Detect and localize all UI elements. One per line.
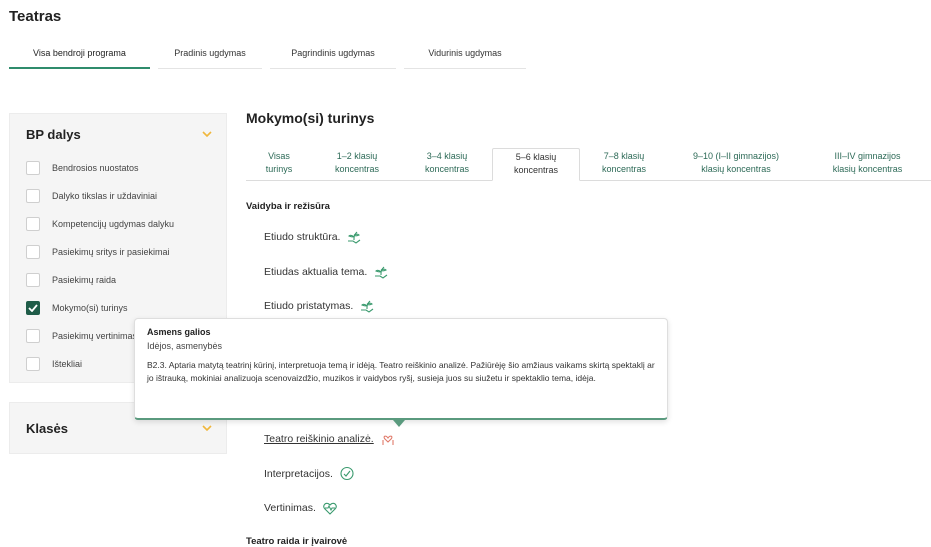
checkbox[interactable] — [26, 245, 40, 259]
bp-item-label: Mokymo(si) turinys — [52, 303, 128, 313]
tab-line2: koncentras — [424, 164, 470, 174]
tab-line2: turinys — [265, 164, 293, 174]
topic-etiudo-pristatymas[interactable]: Etiudo pristatymas. — [264, 298, 375, 314]
bp-item-label: Pasiekimų vertinimas — [52, 331, 138, 341]
tab-pagrindinis-ugdymas[interactable]: Pagrindinis ugdymas — [270, 48, 396, 69]
checkbox[interactable] — [26, 273, 40, 287]
tab-visa-bendroji-programa[interactable]: Visa bendroji programa — [9, 48, 150, 69]
tab-line1: Visas — [268, 151, 290, 161]
tab-line2: klasių koncentras — [701, 164, 771, 174]
chevron-down-icon[interactable] — [202, 131, 212, 137]
topic-label: Etiudo struktūra. — [264, 231, 341, 243]
bp-item-pasiekimu-raida[interactable]: Pasiekimų raida — [26, 266, 212, 294]
tab-line2: koncentras — [513, 165, 559, 175]
topic-label: Etiudo pristatymas. — [264, 300, 354, 312]
check-icon — [28, 304, 38, 312]
topic-interpretacijos[interactable]: Interpretacijos. — [264, 466, 355, 482]
tab-line1: 9–10 (I–II gimnazijos) — [692, 151, 780, 161]
checkbox[interactable] — [26, 357, 40, 371]
bp-item-kompetenciju-ugdymas[interactable]: Kompetencijų ugdymas dalyku — [26, 210, 212, 238]
tooltip-arrow — [393, 420, 405, 427]
seedling-hand-icon — [375, 266, 388, 279]
topic-label: Vertinimas. — [264, 502, 316, 514]
thinking-head-icon — [340, 466, 354, 481]
tooltip: Asmens galios Idėjos, asmenybės B2.3. Ap… — [134, 318, 668, 420]
tab-1-2-klasiu[interactable]: 1–2 klasių koncentras — [312, 148, 402, 180]
tab-line1: 7–8 klasių — [603, 151, 645, 161]
topic-vertinimas[interactable]: Vertinimas. — [264, 500, 338, 516]
checkbox[interactable] — [26, 161, 40, 175]
tab-line1: III–IV gimnazijos — [834, 151, 901, 161]
tab-visas-turinys[interactable]: Visas turinys — [246, 148, 312, 180]
chevron-down-icon[interactable] — [202, 425, 212, 431]
topic-label: Etiudas aktualia tema. — [264, 266, 368, 278]
checkbox[interactable] — [26, 189, 40, 203]
tab-7-8-klasiu[interactable]: 7–8 klasių koncentras — [580, 148, 668, 180]
bp-dalys-title: BP dalys — [26, 126, 81, 142]
bp-dalys-header[interactable]: BP dalys — [10, 114, 226, 154]
seedling-hand-icon — [361, 300, 374, 313]
tab-line2: klasių koncentras — [832, 164, 903, 174]
page-title: Teatras — [9, 8, 62, 25]
bp-item-label: Kompetencijų ugdymas dalyku — [52, 219, 175, 229]
tooltip-body: B2.3. Aptaria matytą teatrinį kūrinį, in… — [147, 360, 655, 383]
klases-title: Klasės — [26, 420, 68, 436]
tab-line2: koncentras — [601, 164, 647, 174]
tab-line1: 3–4 klasių — [426, 151, 468, 161]
tab-vidurinis-ugdymas[interactable]: Vidurinis ugdymas — [404, 48, 526, 69]
tab-iii-iv-gimnazijos[interactable]: III–IV gimnazijos klasių koncentras — [804, 148, 931, 180]
koncentras-tabs: Visas turinys 1–2 klasių koncentras 3–4 kl… — [246, 148, 931, 181]
section-vaidyba-ir-rezisura: Vaidyba ir režisūra — [246, 201, 330, 212]
topic-label: Interpretacijos. — [264, 468, 333, 480]
bp-item-pasiekimu-sritys[interactable]: Pasiekimų sritys ir pasiekimai — [26, 238, 212, 266]
section-teatro-raida: Teatro raida ir įvairovė — [246, 536, 348, 547]
topic-etiudas-aktualia-tema[interactable]: Etiudas aktualia tema. — [264, 264, 389, 280]
bp-item-dalyko-tikslas[interactable]: Dalyko tikslas ir uždaviniai — [26, 182, 212, 210]
heart-pulse-icon — [323, 502, 337, 515]
tab-line2: koncentras — [334, 164, 380, 174]
seedling-hand-icon — [348, 231, 361, 244]
heart-hands-icon — [382, 435, 394, 445]
bp-item-label: Pasiekimų sritys ir pasiekimai — [52, 247, 170, 257]
checkbox-checked[interactable] — [26, 301, 40, 315]
topic-etiudo-struktura[interactable]: Etiudo struktūra. — [264, 229, 362, 245]
top-tabs: Visa bendroji programa Pradinis ugdymas … — [9, 48, 534, 69]
topic-teatro-reiskinio-analize[interactable]: Teatro reiškinio analizė. — [264, 431, 396, 447]
checkbox[interactable] — [26, 329, 40, 343]
tab-3-4-klasiu[interactable]: 3–4 klasių koncentras — [402, 148, 492, 180]
bp-item-bendrosios-nuostatos[interactable]: Bendrosios nuostatos — [26, 154, 212, 182]
tab-line1: 5–6 klasių — [515, 152, 557, 162]
tooltip-subtitle: Idėjos, asmenybės — [147, 341, 223, 351]
tab-pradinis-ugdymas[interactable]: Pradinis ugdymas — [158, 48, 262, 69]
bp-item-label: Ištekliai — [52, 359, 83, 369]
tab-5-6-klasiu[interactable]: 5–6 klasių koncentras — [492, 148, 580, 181]
main-title: Mokymo(si) turinys — [246, 110, 375, 126]
tab-9-10-klasiu[interactable]: 9–10 (I–II gimnazijos) klasių koncentras — [668, 148, 804, 180]
bp-item-label: Pasiekimų raida — [52, 275, 117, 285]
checkbox[interactable] — [26, 217, 40, 231]
bp-item-label: Bendrosios nuostatos — [52, 163, 139, 173]
topic-label: Teatro reiškinio analizė. — [264, 433, 374, 445]
tab-line1: 1–2 klasių — [336, 151, 378, 161]
tooltip-title: Asmens galios — [147, 327, 211, 337]
bp-item-label: Dalyko tikslas ir uždaviniai — [52, 191, 158, 201]
